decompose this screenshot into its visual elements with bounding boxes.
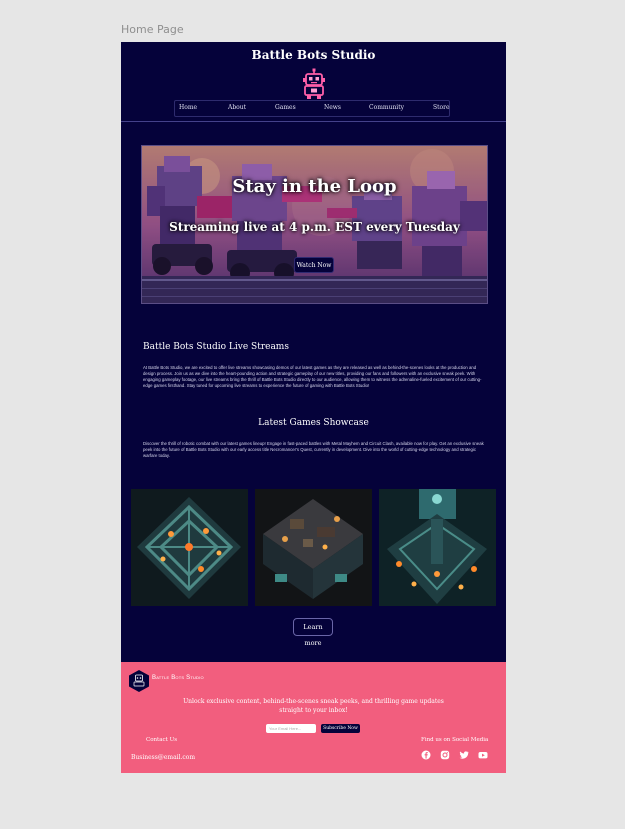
showcase-title: Latest Games Showcase <box>258 418 369 428</box>
nav-games[interactable]: Games <box>275 104 296 111</box>
live-streams-body: At Battle Bots Studio, we are excited to… <box>143 365 482 388</box>
nav-community[interactable]: Community <box>369 104 404 111</box>
game-tile-1[interactable] <box>131 489 248 606</box>
nav-store[interactable]: Store <box>433 104 450 111</box>
footer-brand: Battle Bots Studio <box>152 675 204 681</box>
dungeon-map-image <box>131 489 248 606</box>
watch-now-button[interactable]: Watch Now <box>294 257 334 273</box>
main-nav: Home About Games News Community Store <box>174 100 450 117</box>
hero-banner: Stay in the Loop Streaming live at 4 p.m… <box>141 145 488 304</box>
email-input[interactable] <box>266 724 316 733</box>
hero-subtitle: Streaming live at 4 p.m. EST every Tuesd… <box>169 220 460 234</box>
social-title: Find us on Social Media <box>421 737 489 743</box>
nav-home[interactable]: Home <box>179 104 197 111</box>
subscribe-button[interactable]: Subscribe Now <box>321 724 360 733</box>
game-tile-2[interactable] <box>255 489 372 606</box>
site-title: Battle Bots Studio <box>251 48 376 62</box>
nav-about[interactable]: About <box>228 104 246 111</box>
youtube-icon[interactable] <box>478 750 488 760</box>
footer-promo: Unlock exclusive content, behind-the-sce… <box>183 698 444 714</box>
crypt-hall-image <box>379 489 496 606</box>
nav-news[interactable]: News <box>324 104 341 111</box>
facebook-icon[interactable] <box>421 750 431 760</box>
contact-title: Contact Us <box>146 737 178 743</box>
robot-logo-icon[interactable] <box>300 68 328 100</box>
site-footer: Battle Bots Studio Unlock exclusive cont… <box>121 662 506 773</box>
game-tile-3[interactable] <box>379 489 496 606</box>
lab-room-image <box>255 489 372 606</box>
learn-more-button[interactable]: Learn more <box>293 618 333 647</box>
live-streams-title: Battle Bots Studio Live Streams <box>143 342 289 352</box>
studio-badge-icon <box>129 670 149 692</box>
showcase-body: Discover the thrill of robotic combat wi… <box>143 441 484 458</box>
site-header: Battle Bots Studio Home About Games News… <box>121 42 506 122</box>
twitter-icon[interactable] <box>459 750 469 760</box>
contact-email[interactable]: Business@email.com <box>131 754 195 761</box>
hero-title: Stay in the Loop <box>232 176 397 197</box>
frame-label: Home Page <box>121 23 184 36</box>
instagram-icon[interactable] <box>440 750 450 760</box>
home-page-frame: Battle Bots Studio Home About Games News… <box>121 42 506 773</box>
